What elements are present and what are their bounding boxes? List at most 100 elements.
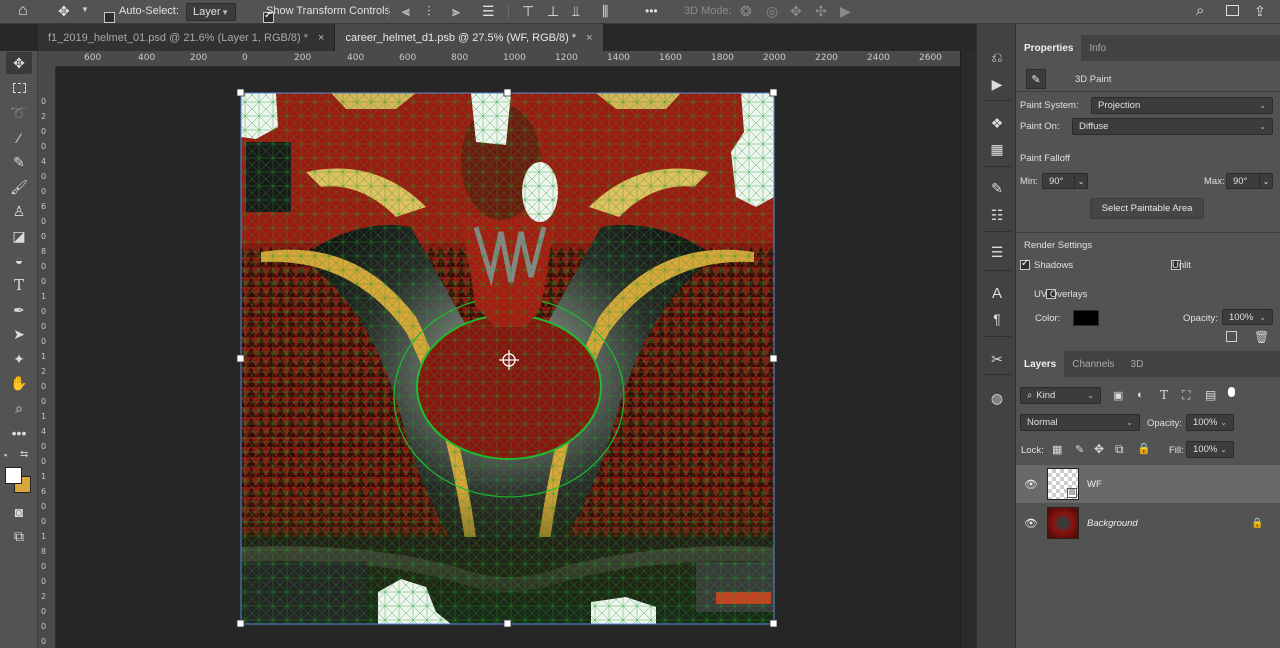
align-vcenter-icon[interactable]: ⊥	[547, 3, 559, 20]
align-bottom-icon[interactable]: ⫫	[572, 3, 580, 20]
lock-transparent-icon[interactable]: ▦	[1052, 443, 1062, 456]
bucket-icon[interactable]: ◒	[6, 249, 32, 271]
layer-opacity-input[interactable]: 100% ⌄	[1186, 414, 1234, 431]
auto-select-checkbox[interactable]	[104, 12, 115, 23]
default-colors-icon[interactable]: ▪	[4, 450, 7, 460]
video-camera-icon[interactable]: ▶	[840, 3, 851, 20]
align-top-icon[interactable]: ⊤	[522, 3, 534, 20]
lasso-icon[interactable]: ➰	[6, 102, 32, 124]
layer-row-wf[interactable]: 👁 ▤ WF	[1016, 465, 1280, 503]
character-icon[interactable]: A	[985, 282, 1009, 304]
properties-icon[interactable]: ☰	[985, 241, 1009, 263]
tab-career-helmet[interactable]: career_helmet_d1.psb @ 27.5% (WF, RGB/8)…	[335, 24, 604, 51]
layer-row-background[interactable]: 👁 Background 🔒	[1016, 504, 1280, 542]
vertical-scrollbar[interactable]	[960, 51, 976, 648]
layer-comps-icon[interactable]: ◍	[985, 387, 1009, 409]
uv-overlay-color-swatch[interactable]	[1073, 310, 1099, 326]
screen-mode-icon[interactable]: ⧉	[6, 525, 32, 547]
history-icon[interactable]: ⎌	[985, 46, 1009, 68]
eye-icon[interactable]: 👁	[1024, 517, 1038, 530]
lock-position-icon[interactable]: ✥	[1094, 442, 1104, 456]
brush-icon[interactable]: 🖌	[6, 176, 32, 198]
eraser-icon[interactable]: ◪	[6, 225, 32, 247]
filter-smart-object-icon[interactable]: ▤	[1205, 388, 1216, 402]
blend-mode-dropdown[interactable]: Normal ⌄	[1020, 414, 1140, 431]
roll-3d-icon[interactable]: ◎	[766, 3, 778, 20]
align-right-icon[interactable]: ⫸	[452, 3, 460, 20]
more-tools-icon[interactable]: •••	[6, 422, 32, 444]
close-icon[interactable]: ×	[318, 32, 324, 44]
move-icon[interactable]: ✥	[6, 52, 32, 74]
align-hcenter-icon[interactable]: ⫶	[427, 3, 431, 20]
eyedropper-icon[interactable]: ✎	[6, 151, 32, 173]
pan-3d-icon[interactable]: ✥	[790, 3, 802, 20]
slide-3d-icon[interactable]: ✣	[815, 3, 827, 20]
distribute-icon[interactable]: ☰	[482, 3, 495, 20]
wireframe-overlay	[241, 93, 774, 624]
canvas-area[interactable]	[56, 67, 960, 648]
home-icon[interactable]: ⌂	[18, 2, 28, 20]
layer-filter-dropdown[interactable]: ⌕ Kind ⌄	[1020, 387, 1101, 404]
lock-pixels-icon[interactable]: ✎	[1075, 443, 1084, 456]
zoom-icon[interactable]: ⌕	[6, 397, 32, 419]
tab-info[interactable]: Info	[1081, 35, 1114, 61]
lock-artboard-icon[interactable]: ⧉	[1115, 442, 1124, 457]
select-paintable-area-button[interactable]: Select Paintable Area	[1090, 198, 1204, 219]
shape-icon[interactable]: ✦	[6, 348, 32, 370]
grid-icon[interactable]: ▦	[985, 138, 1009, 160]
uv-opacity-input[interactable]: 100% ⌄	[1222, 309, 1273, 325]
actions-play-icon[interactable]: ▶	[985, 73, 1009, 95]
search-icon[interactable]: ⌕	[1196, 2, 1204, 19]
orbit-3d-icon[interactable]: ❂	[740, 3, 752, 20]
chevron-down-icon[interactable]: ▼	[81, 5, 89, 14]
max-dropdown-button[interactable]: ⌄	[1259, 173, 1273, 189]
pen-icon[interactable]: ✒	[6, 299, 32, 321]
more-options-button[interactable]: •••	[645, 4, 658, 18]
filter-toggle-icon[interactable]	[1228, 387, 1235, 397]
brush-settings-icon[interactable]: ✎	[985, 177, 1009, 199]
trash-icon[interactable]: 🗑	[1254, 330, 1269, 344]
filter-type-icon[interactable]: T	[1160, 388, 1168, 402]
ruler-tick-label: 1200	[555, 53, 578, 63]
fill-input[interactable]: 100% ⌄	[1186, 441, 1234, 458]
3d-materials-icon[interactable]: ❖	[985, 112, 1009, 134]
stamp-icon[interactable]: ♙	[6, 200, 32, 222]
tab-f1-2019-helmet[interactable]: f1_2019_helmet_01.psd @ 21.6% (Layer 1, …	[38, 24, 336, 51]
render-settings-icon[interactable]	[1226, 331, 1237, 342]
paragraph-icon[interactable]: ¶	[985, 308, 1009, 330]
tools-icon[interactable]: ✂	[985, 348, 1009, 370]
auto-select-target-dropdown[interactable]: Layer ▼	[186, 3, 236, 21]
filter-pixel-icon[interactable]: ▣	[1113, 389, 1123, 402]
distribute-v-icon[interactable]: ⫼	[602, 3, 608, 20]
align-left-icon[interactable]: ⫷	[402, 3, 410, 20]
ruler-tick-label: 400	[347, 53, 365, 63]
swap-colors-icon[interactable]: ⇆	[20, 449, 28, 460]
path-select-icon[interactable]: ➤	[6, 323, 32, 345]
workspace-icon[interactable]	[1226, 5, 1239, 16]
texture-canvas[interactable]	[56, 67, 960, 648]
quick-mask-icon[interactable]: ◙	[6, 501, 32, 523]
tab-layers[interactable]: Layers	[1016, 351, 1065, 377]
close-icon[interactable]: ×	[586, 32, 592, 44]
shadows-checkbox[interactable]	[1020, 258, 1030, 270]
move-tool-preset-icon[interactable]: ✥	[58, 3, 70, 20]
tab-channels[interactable]: Channels	[1064, 351, 1122, 377]
ruler-tick-label: 8	[41, 247, 47, 256]
adjustments-icon[interactable]: ☷	[985, 204, 1009, 226]
tab-properties[interactable]: Properties	[1016, 35, 1082, 61]
filter-adjustment-icon[interactable]: ◐	[1137, 389, 1144, 401]
magic-wand-icon[interactable]: ⁄	[6, 127, 32, 149]
marquee-icon[interactable]	[6, 77, 32, 99]
filter-shape-icon[interactable]: ⛶	[1182, 388, 1190, 403]
type-icon[interactable]: T	[6, 274, 32, 296]
share-icon[interactable]: ⇪	[1254, 3, 1266, 20]
foreground-color-swatch[interactable]	[5, 467, 22, 484]
paint-system-dropdown[interactable]: Projection ⌄	[1091, 97, 1273, 114]
min-dropdown-button[interactable]: ⌄	[1074, 173, 1088, 189]
tab-3d[interactable]: 3D	[1123, 351, 1152, 377]
ruler-tick-label: 4	[41, 157, 47, 166]
eye-icon[interactable]: 👁	[1024, 478, 1038, 491]
lock-all-icon[interactable]: 🔒	[1137, 442, 1151, 455]
paint-on-dropdown[interactable]: Diffuse ⌄	[1072, 118, 1273, 135]
hand-icon[interactable]: ✋	[6, 372, 32, 394]
